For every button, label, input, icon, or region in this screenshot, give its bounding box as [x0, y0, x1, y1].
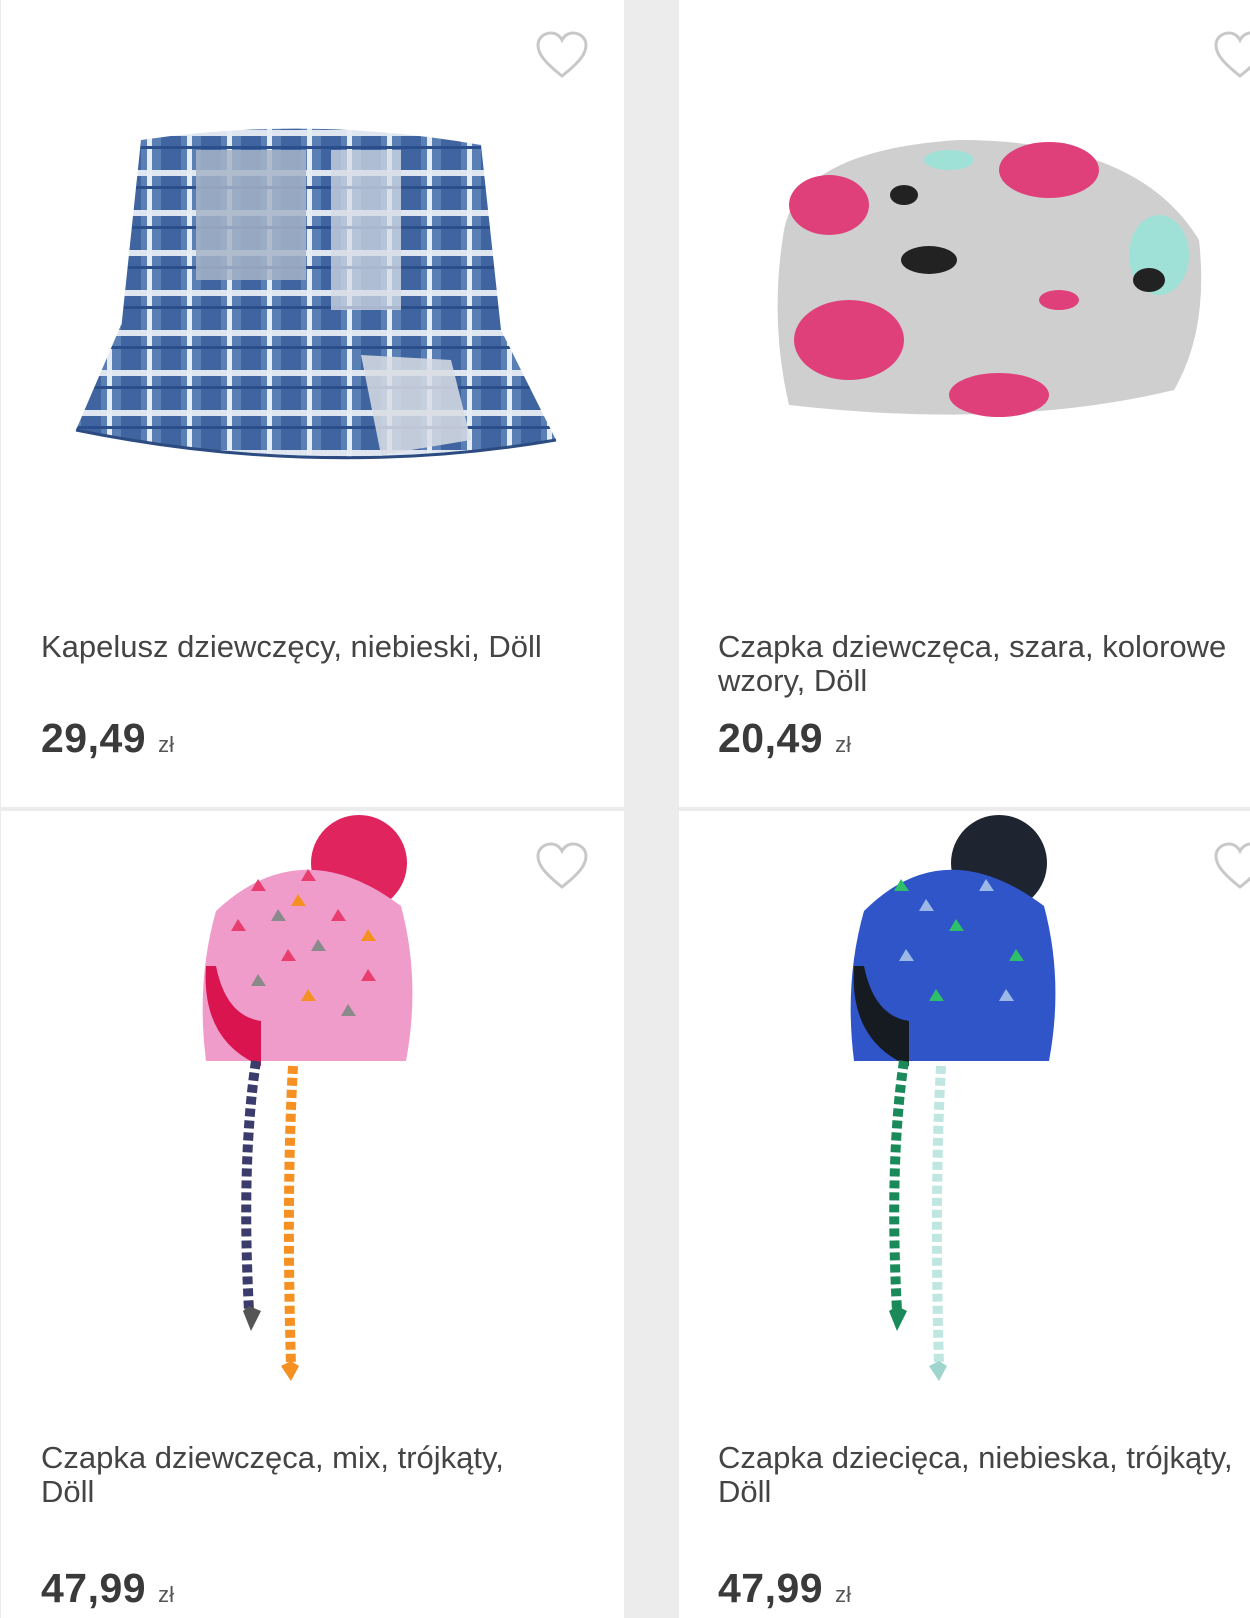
- bucket-hat-image: [75, 128, 557, 460]
- product-price: 47,99 zł: [718, 1565, 851, 1612]
- pompom-hat-image: [850, 815, 1056, 1381]
- product-price: 20,49 zł: [718, 715, 851, 762]
- product-title[interactable]: Czapka dziewczęca, mix, trójkąty, Döll: [41, 1441, 561, 1509]
- price-amount: 29,49: [41, 715, 147, 761]
- heart-outline-icon[interactable]: [1213, 842, 1250, 892]
- product-card[interactable]: Czapka dziecięca, niebieska, trójkąty, D…: [679, 811, 1250, 1618]
- beanie-image: [777, 140, 1202, 417]
- product-title[interactable]: Czapka dziewczęca, szara, kolorowe wzory…: [718, 630, 1238, 698]
- heart-outline-icon[interactable]: [535, 31, 589, 81]
- product-card[interactable]: Czapka dziewczęca, szara, kolorowe wzory…: [679, 0, 1250, 807]
- price-amount: 20,49: [718, 715, 824, 761]
- product-card[interactable]: Kapelusz dziewczęcy, niebieski, Döll 29,…: [1, 0, 624, 807]
- product-grid: Kapelusz dziewczęcy, niebieski, Döll 29,…: [0, 0, 1250, 1618]
- price-currency: zł: [835, 1582, 851, 1607]
- product-card[interactable]: Czapka dziewczęca, mix, trójkąty, Döll 4…: [1, 811, 624, 1618]
- product-title[interactable]: Kapelusz dziewczęcy, niebieski, Döll: [41, 630, 561, 664]
- product-image[interactable]: [1, 0, 624, 600]
- price-amount: 47,99: [718, 1565, 824, 1611]
- heart-outline-icon[interactable]: [1213, 31, 1250, 81]
- price-currency: zł: [158, 732, 174, 757]
- price-amount: 47,99: [41, 1565, 147, 1611]
- product-title[interactable]: Czapka dziecięca, niebieska, trójkąty, D…: [718, 1441, 1238, 1509]
- heart-outline-icon[interactable]: [535, 842, 589, 892]
- product-price: 29,49 zł: [41, 715, 174, 762]
- price-currency: zł: [835, 732, 851, 757]
- product-image[interactable]: [679, 811, 1250, 1411]
- product-image[interactable]: [679, 0, 1250, 600]
- product-price: 47,99 zł: [41, 1565, 174, 1612]
- product-image[interactable]: [1, 811, 624, 1411]
- pompom-hat-image: [202, 815, 413, 1381]
- price-currency: zł: [158, 1582, 174, 1607]
